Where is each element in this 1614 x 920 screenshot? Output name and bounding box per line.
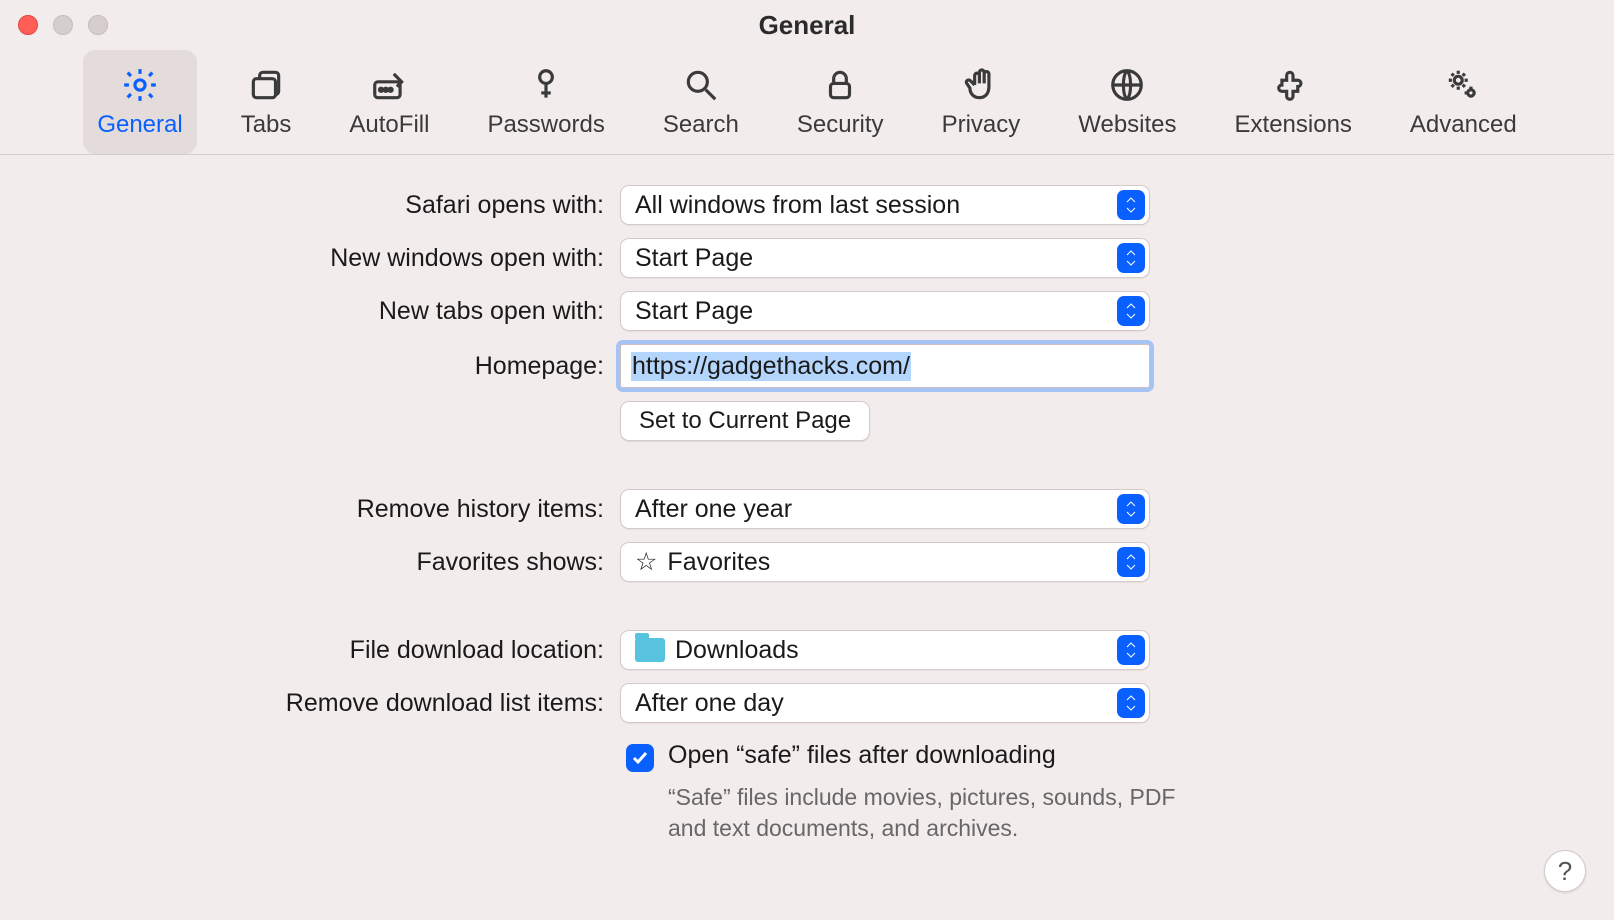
select-new-tabs[interactable]: Start Page — [620, 291, 1150, 331]
select-remove-downloads[interactable]: After one day — [620, 683, 1150, 723]
star-icon: ☆ — [635, 547, 657, 577]
input-homepage-value: https://gadgethacks.com/ — [631, 352, 911, 381]
label-remove-downloads: Remove download list items: — [0, 689, 620, 718]
select-value: Downloads — [675, 636, 799, 665]
folder-icon — [635, 638, 665, 662]
gears-icon — [1444, 65, 1482, 105]
tab-label: Security — [797, 111, 884, 139]
stepper-icon — [1117, 190, 1145, 220]
select-value: After one year — [635, 495, 792, 524]
autofill-icon — [370, 65, 408, 105]
preferences-toolbar: General Tabs AutoFill Passwords Search S… — [0, 50, 1614, 155]
tab-label: Search — [663, 111, 739, 139]
tab-label: Extensions — [1235, 111, 1352, 139]
open-safe-description: “Safe” files include movies, pictures, s… — [668, 782, 1188, 844]
select-value: All windows from last session — [635, 191, 960, 220]
maximize-window-button[interactable] — [88, 15, 108, 35]
label-opens-with: Safari opens with: — [0, 191, 620, 220]
label-download-location: File download location: — [0, 636, 620, 665]
label-open-safe: Open “safe” files after downloading — [668, 741, 1056, 770]
window-title: General — [0, 10, 1614, 41]
search-icon — [682, 65, 720, 105]
tab-websites[interactable]: Websites — [1064, 50, 1190, 154]
general-pane: Safari opens with: All windows from last… — [0, 155, 1614, 844]
select-favorites-shows[interactable]: ☆ Favorites — [620, 542, 1150, 582]
globe-icon — [1108, 65, 1146, 105]
tab-label: AutoFill — [349, 111, 429, 139]
tabs-icon — [247, 65, 285, 105]
tab-advanced[interactable]: Advanced — [1396, 50, 1531, 154]
stepper-icon — [1117, 688, 1145, 718]
hand-icon — [962, 65, 1000, 105]
select-value: After one day — [635, 689, 784, 718]
label-favorites-shows: Favorites shows: — [0, 548, 620, 577]
select-value: Favorites — [667, 548, 770, 577]
stepper-icon — [1117, 296, 1145, 326]
stepper-icon — [1117, 494, 1145, 524]
tab-general[interactable]: General — [83, 50, 196, 154]
tab-security[interactable]: Security — [783, 50, 898, 154]
label-new-windows: New windows open with: — [0, 244, 620, 273]
tab-autofill[interactable]: AutoFill — [335, 50, 443, 154]
stepper-icon — [1117, 547, 1145, 577]
titlebar: General — [0, 0, 1614, 50]
set-current-page-button[interactable]: Set to Current Page — [620, 401, 870, 441]
tab-label: Privacy — [942, 111, 1021, 139]
tab-passwords[interactable]: Passwords — [473, 50, 618, 154]
tab-extensions[interactable]: Extensions — [1221, 50, 1366, 154]
stepper-icon — [1117, 243, 1145, 273]
stepper-icon — [1117, 635, 1145, 665]
select-opens-with[interactable]: All windows from last session — [620, 185, 1150, 225]
puzzle-icon — [1274, 65, 1312, 105]
minimize-window-button[interactable] — [53, 15, 73, 35]
tab-label: Passwords — [487, 111, 604, 139]
tab-label: Websites — [1078, 111, 1176, 139]
tab-tabs[interactable]: Tabs — [227, 50, 306, 154]
select-new-windows[interactable]: Start Page — [620, 238, 1150, 278]
label-homepage: Homepage: — [0, 352, 620, 381]
gear-icon — [121, 65, 159, 105]
select-value: Start Page — [635, 297, 753, 326]
select-remove-history[interactable]: After one year — [620, 489, 1150, 529]
traffic-lights — [18, 15, 108, 35]
tab-privacy[interactable]: Privacy — [928, 50, 1035, 154]
tab-search[interactable]: Search — [649, 50, 753, 154]
lock-icon — [821, 65, 859, 105]
label-new-tabs: New tabs open with: — [0, 297, 620, 326]
input-homepage[interactable]: https://gadgethacks.com/ — [620, 344, 1150, 388]
checkbox-open-safe[interactable] — [626, 744, 654, 772]
key-icon — [527, 65, 565, 105]
close-window-button[interactable] — [18, 15, 38, 35]
tab-label: Advanced — [1410, 111, 1517, 139]
select-download-location[interactable]: Downloads — [620, 630, 1150, 670]
label-remove-history: Remove history items: — [0, 495, 620, 524]
help-button[interactable]: ? — [1544, 850, 1586, 892]
select-value: Start Page — [635, 244, 753, 273]
tab-label: Tabs — [241, 111, 292, 139]
tab-label: General — [97, 111, 182, 139]
